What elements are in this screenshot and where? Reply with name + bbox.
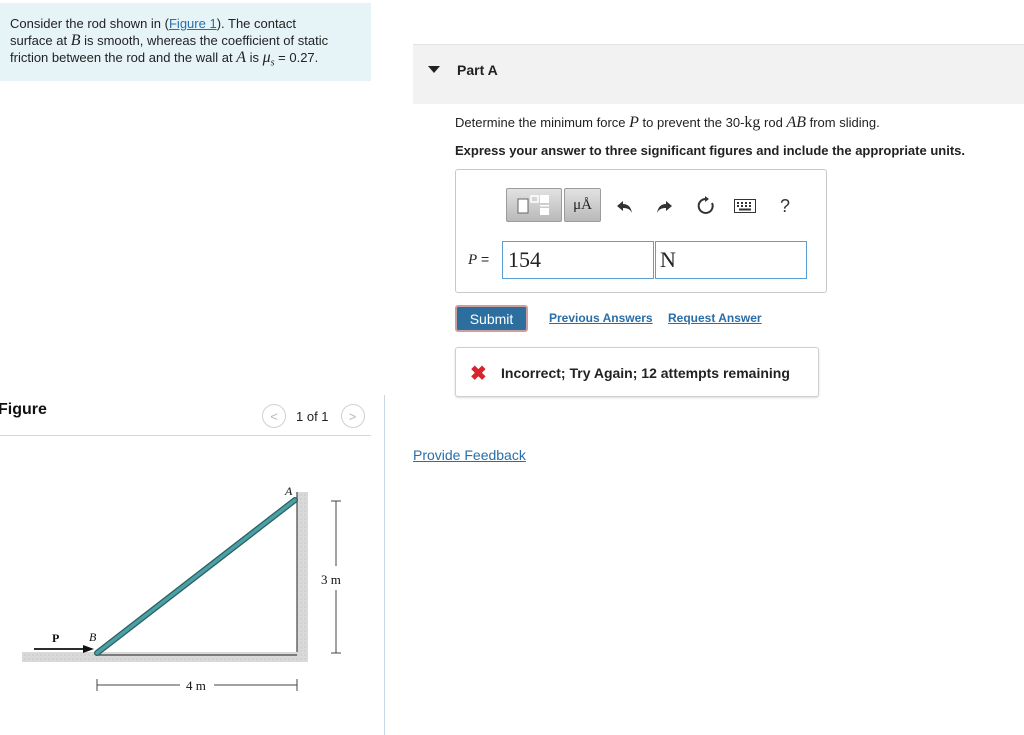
feedback-message: ✖ Incorrect; Try Again; 12 attempts rema… — [455, 347, 819, 397]
previous-answers-link[interactable]: Previous Answers — [549, 311, 653, 325]
provide-feedback-link[interactable]: Provide Feedback — [413, 447, 526, 463]
keyboard-icon — [734, 199, 756, 213]
figure-divider — [0, 435, 371, 436]
request-answer-link[interactable]: Request Answer — [668, 311, 762, 325]
answer-unit-input[interactable]: N — [655, 241, 807, 279]
error-x-icon: ✖ — [470, 363, 487, 385]
help-icon: ? — [779, 195, 790, 216]
chevron-left-icon: < — [270, 408, 278, 424]
units-button[interactable]: μÅ — [564, 188, 601, 222]
submit-button[interactable]: Submit — [455, 305, 528, 332]
figure-title: Figure — [0, 401, 47, 418]
feedback-text: Incorrect; Try Again; 12 attempts remain… — [501, 365, 790, 381]
collapse-triangle-icon[interactable] — [428, 66, 440, 73]
part-a-header[interactable]: Part A — [413, 44, 1024, 104]
label-b: B — [89, 630, 97, 644]
floor-hatch — [22, 652, 308, 662]
column-divider — [384, 395, 385, 735]
reset-button[interactable] — [694, 194, 718, 218]
answer-editor: μÅ ? P = 154 N — [455, 169, 827, 293]
problem-line-1: Consider the rod shown in (Figure 1). Th… — [10, 16, 296, 31]
reset-icon — [697, 196, 714, 214]
force-p-arrowhead — [83, 645, 94, 653]
label-p: P — [52, 631, 59, 645]
label-a: A — [284, 484, 293, 498]
figure-link[interactable]: Figure 1 — [169, 16, 217, 31]
rod-ab — [95, 498, 297, 655]
templates-button[interactable] — [506, 188, 562, 222]
units-icon: μÅ — [573, 196, 592, 213]
rod-figure: P B A 3 m 4 m — [22, 484, 341, 693]
pager-next-button[interactable]: > — [340, 404, 365, 428]
problem-statement: Consider the rod shown in (Figure 1). Th… — [0, 3, 371, 81]
question-text: Determine the minimum force P to prevent… — [455, 114, 880, 131]
chevron-right-icon: > — [348, 408, 357, 424]
part-title: Part A — [457, 62, 498, 78]
undo-icon — [617, 201, 632, 213]
undo-button[interactable] — [613, 194, 637, 218]
label-width: 4 m — [186, 678, 206, 693]
label-height: 3 m — [321, 572, 341, 587]
help-button[interactable]: ? — [773, 194, 797, 218]
pager-prev-button[interactable]: < — [262, 404, 286, 428]
wall-hatch — [297, 492, 308, 657]
redo-button[interactable] — [652, 194, 676, 218]
figure-pager: < 1 of 1 > — [262, 403, 365, 429]
answer-variable-label: P = — [468, 251, 490, 268]
answer-value-input[interactable]: 154 — [502, 241, 654, 279]
answer-instruction: Express your answer to three significant… — [455, 143, 965, 158]
keyboard-button[interactable] — [733, 194, 757, 218]
pager-count: 1 of 1 — [296, 408, 329, 424]
problem-line-3: friction between the rod and the wall at… — [10, 49, 319, 69]
problem-line-2: surface at B is smooth, whereas the coef… — [10, 32, 329, 49]
template-icon — [517, 195, 549, 215]
redo-icon — [657, 201, 672, 213]
